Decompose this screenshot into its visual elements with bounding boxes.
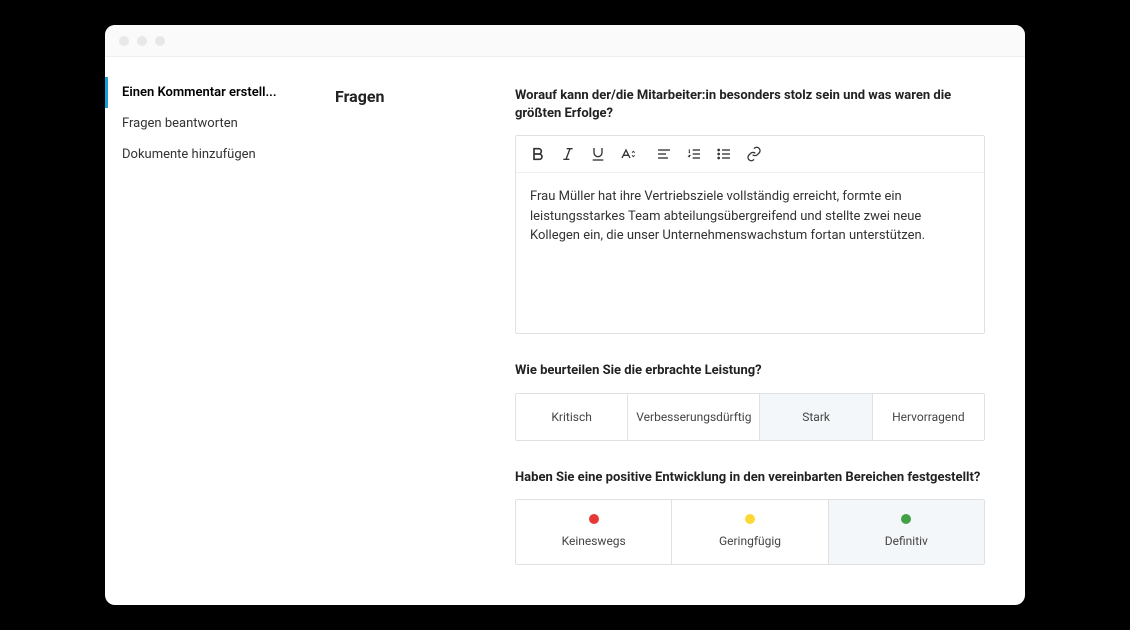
development-option-definite[interactable]: Definitiv <box>829 500 984 564</box>
main-panel: Fragen Worauf kann der/die Mitarbeiter:i… <box>305 57 1025 605</box>
unordered-list-icon[interactable] <box>716 146 732 162</box>
link-icon[interactable] <box>746 146 762 162</box>
italic-icon[interactable] <box>560 146 576 162</box>
rating-option-strong[interactable]: Stark <box>760 394 872 440</box>
yellow-dot-icon <box>745 514 755 524</box>
development-option-minor[interactable]: Geringfügig <box>672 500 828 564</box>
rating-option-critical[interactable]: Kritisch <box>516 394 628 440</box>
ordered-list-icon[interactable] <box>686 146 702 162</box>
underline-icon[interactable] <box>590 146 606 162</box>
questions-column: Worauf kann der/die Mitarbeiter:in beson… <box>515 87 985 605</box>
sidebar-item-answer-questions[interactable]: Fragen beantworten <box>105 108 305 139</box>
toolbar-paragraph-group <box>656 146 762 162</box>
green-dot-icon <box>901 514 911 524</box>
sidebar-item-add-documents[interactable]: Dokumente hinzufügen <box>105 139 305 170</box>
editor-textarea[interactable]: Frau Müller hat ihre Vertriebsziele voll… <box>516 173 984 333</box>
red-dot-icon <box>589 514 599 524</box>
rich-text-editor: Frau Müller hat ihre Vertriebsziele voll… <box>515 135 985 334</box>
question1-label: Worauf kann der/die Mitarbeiter:in beson… <box>515 87 985 123</box>
traffic-light-minimize-icon[interactable] <box>137 36 147 46</box>
rating-scale: Kritisch Verbesserungsdürftig Stark Herv… <box>515 393 985 441</box>
question2-label: Wie beurteilen Sie die erbrachte Leistun… <box>515 362 985 380</box>
bold-icon[interactable] <box>530 146 546 162</box>
development-scale: Keineswegs Geringfügig Definitiv <box>515 499 985 565</box>
font-size-icon[interactable] <box>620 146 636 162</box>
question3-label: Haben Sie eine positive Entwicklung in d… <box>515 469 985 487</box>
editor-toolbar <box>516 136 984 173</box>
development-option-none[interactable]: Keineswegs <box>516 500 672 564</box>
rating-option-outstanding[interactable]: Hervorragend <box>873 394 984 440</box>
development-option-label: Keineswegs <box>562 534 626 548</box>
section-header: Fragen <box>335 87 485 605</box>
section-title: Fragen <box>335 87 485 106</box>
align-icon[interactable] <box>656 146 672 162</box>
traffic-light-zoom-icon[interactable] <box>155 36 165 46</box>
toolbar-format-group <box>530 146 636 162</box>
window-titlebar <box>105 25 1025 57</box>
sidebar: Einen Kommentar erstell... Fragen beantw… <box>105 57 305 605</box>
traffic-light-close-icon[interactable] <box>119 36 129 46</box>
development-option-label: Geringfügig <box>719 534 781 548</box>
app-window: Einen Kommentar erstell... Fragen beantw… <box>105 25 1025 605</box>
development-option-label: Definitiv <box>885 534 928 548</box>
sidebar-item-create-comment[interactable]: Einen Kommentar erstell... <box>105 77 305 108</box>
content-area: Einen Kommentar erstell... Fragen beantw… <box>105 57 1025 605</box>
rating-option-needs-improvement[interactable]: Verbesserungsdürftig <box>628 394 760 440</box>
